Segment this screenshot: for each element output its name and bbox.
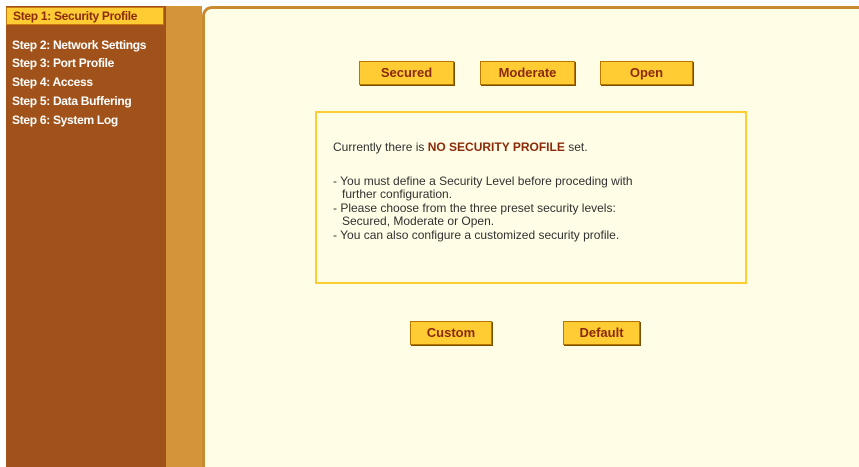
moderate-button[interactable]: Moderate bbox=[480, 61, 575, 85]
info-line: - Please choose from the three preset se… bbox=[333, 201, 616, 215]
sidebar-item-system-log[interactable]: Step 6: System Log bbox=[6, 111, 164, 129]
sidebar: Step 1: Security Profile Step 2: Network… bbox=[6, 6, 166, 467]
sidebar-divider bbox=[166, 6, 202, 467]
default-button[interactable]: Default bbox=[563, 321, 640, 345]
open-button[interactable]: Open bbox=[600, 61, 693, 85]
info-line: - You must define a Security Level befor… bbox=[333, 174, 633, 188]
info-line: further configuration. bbox=[342, 187, 453, 201]
secured-button[interactable]: Secured bbox=[359, 61, 454, 85]
custom-button[interactable]: Custom bbox=[410, 321, 492, 345]
sidebar-item-access[interactable]: Step 4: Access bbox=[6, 73, 164, 91]
status-emphasis: NO SECURITY PROFILE bbox=[427, 140, 565, 154]
sidebar-item-security-profile[interactable]: Step 1: Security Profile bbox=[6, 7, 164, 25]
security-status-text: Currently there is NO SECURITY PROFILE s… bbox=[333, 140, 588, 154]
sidebar-item-data-buffering[interactable]: Step 5: Data Buffering bbox=[6, 92, 164, 110]
info-line: - You can also configure a customized se… bbox=[333, 228, 620, 242]
info-line: Secured, Moderate or Open. bbox=[342, 214, 495, 228]
status-suffix: set. bbox=[568, 140, 588, 154]
status-prefix: Currently there is bbox=[333, 140, 425, 154]
security-status-box: Currently there is NO SECURITY PROFILE s… bbox=[315, 111, 747, 284]
sidebar-item-port-profile[interactable]: Step 3: Port Profile bbox=[6, 54, 164, 72]
sidebar-item-network-settings[interactable]: Step 2: Network Settings bbox=[6, 36, 164, 54]
